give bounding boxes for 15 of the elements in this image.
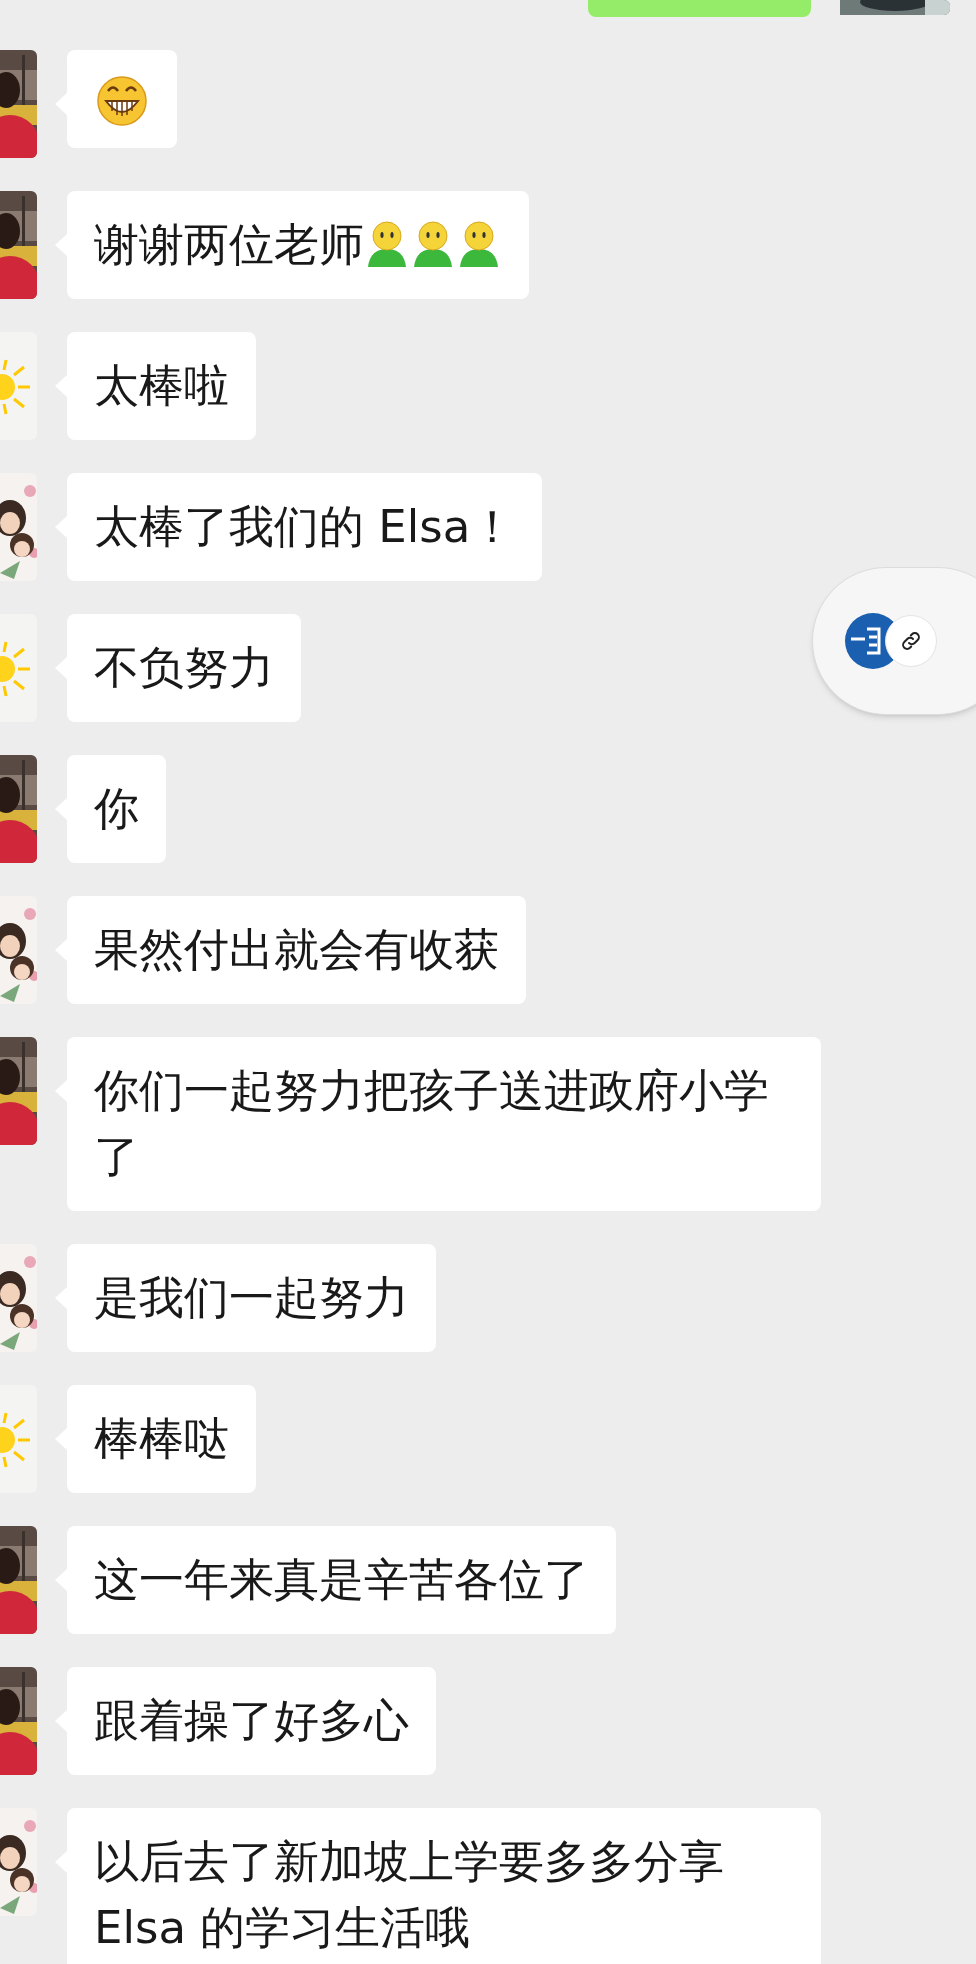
message-bubble: 你们一起努力把孩子送进政府小学了 (67, 1037, 821, 1211)
message-bubble: 以后去了新加坡上学要多多分享Elsa 的学习生活哦 (67, 1808, 821, 1964)
message-bubble: 不负努力 (67, 614, 301, 722)
message-bubble: 谢谢两位老师 (67, 191, 529, 299)
message-bubble: 你 (67, 755, 166, 863)
message-bubble: 这一年来真是辛苦各位了 (67, 1526, 616, 1634)
message-bubble: 棒棒哒 (67, 1385, 256, 1493)
message-bubble: 跟着操了好多心 (67, 1667, 436, 1775)
message-bubble: 是我们一起努力 (67, 1244, 436, 1352)
link-button[interactable] (885, 615, 937, 667)
floating-link-panel[interactable] (812, 567, 976, 715)
message-bubble: 果然付出就会有收获 (67, 896, 526, 1004)
message-bubble: 太棒了我们的 Elsa！ (67, 473, 543, 581)
message-bubble: 太棒啦 (67, 332, 256, 440)
link-icon (899, 629, 923, 653)
